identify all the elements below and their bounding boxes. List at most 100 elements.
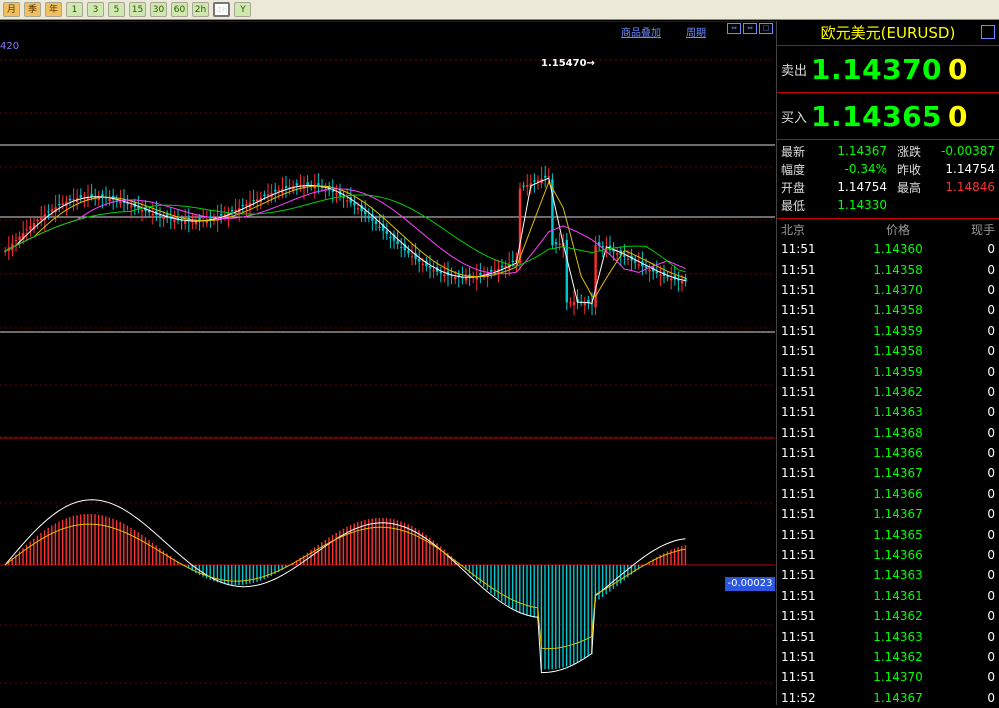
candle-body bbox=[558, 243, 561, 245]
candle-body bbox=[389, 237, 392, 239]
stat-label: 最新 bbox=[781, 144, 806, 159]
candle-body bbox=[634, 260, 637, 263]
candle-body bbox=[511, 260, 514, 263]
tick-price: 1.14368 bbox=[873, 425, 923, 440]
candle-body bbox=[173, 219, 176, 222]
tick-time: 11:51 bbox=[781, 344, 816, 359]
chart-window-controls: ⇔ ⇔ □ bbox=[727, 23, 773, 34]
tick-row: 11:51 1.14370 0 bbox=[777, 280, 999, 300]
timeframe-button-3[interactable]: 1 bbox=[66, 2, 83, 17]
tick-price: 1.14362 bbox=[873, 650, 923, 664]
tick-price: 1.14358 bbox=[873, 303, 923, 318]
tick-row: 11:51 1.14363 0 bbox=[777, 402, 999, 422]
candle-body bbox=[572, 302, 576, 306]
candle-body bbox=[500, 265, 504, 268]
candle-body bbox=[644, 266, 648, 269]
timeframe-button-0[interactable]: 月 bbox=[3, 2, 20, 17]
ticks-list[interactable]: 11:51 1.14360 0 11:51 1.14358 0 11:51 1.14370 0 1… bbox=[777, 239, 999, 708]
period-link[interactable]: 周期 bbox=[686, 24, 706, 39]
candle-body bbox=[130, 205, 133, 208]
stat-label: 最高 bbox=[897, 180, 922, 195]
candle-body bbox=[18, 236, 21, 241]
candle-body bbox=[569, 302, 572, 304]
tick-row: 11:51 1.14365 0 bbox=[777, 524, 999, 544]
candle-body bbox=[252, 199, 255, 202]
ticks-header-volume: 现手 bbox=[970, 222, 995, 237]
timeframe-button-7[interactable]: 30 bbox=[150, 2, 167, 17]
restore-icon[interactable]: ⇔ bbox=[727, 23, 741, 34]
ticks-header-price: 价格 bbox=[885, 222, 910, 237]
high-price-label: 1.15470→ bbox=[541, 58, 595, 69]
candle-body bbox=[79, 195, 82, 198]
tick-row: 11:51 1.14366 0 bbox=[777, 443, 999, 463]
stat-label: 昨收 bbox=[897, 162, 922, 177]
tick-row: 11:51 1.14368 0 bbox=[777, 423, 999, 443]
candle-body bbox=[295, 183, 298, 186]
tick-row: 11:51 1.14361 0 bbox=[777, 586, 999, 606]
candle-body bbox=[526, 185, 529, 187]
timeframe-toolbar: 月季年 1 3 5 15 30 60 2h 4h Y bbox=[0, 0, 999, 20]
candlestick-chart[interactable] bbox=[0, 21, 775, 705]
tick-time: 11:51 bbox=[781, 446, 816, 461]
tick-price: 1.14362 bbox=[873, 609, 923, 624]
sell-price: 1.14370 bbox=[811, 52, 943, 86]
timeframe-button-11[interactable]: Y bbox=[234, 2, 252, 17]
tick-price: 1.14363 bbox=[873, 568, 923, 583]
tick-volume: 0 bbox=[987, 588, 995, 603]
tick-row: 11:51 1.14370 0 bbox=[777, 667, 999, 687]
tick-price: 1.14366 bbox=[873, 446, 923, 461]
tick-volume: 0 bbox=[987, 486, 995, 501]
tick-price: 1.14367 bbox=[873, 690, 923, 705]
tick-price: 1.14370 bbox=[873, 670, 923, 685]
candle-body bbox=[464, 277, 468, 281]
maximize-icon[interactable]: □ bbox=[759, 23, 773, 34]
tile-icon[interactable]: ⇔ bbox=[743, 23, 757, 34]
tick-volume: 0 bbox=[987, 303, 995, 318]
timeframe-button-5[interactable]: 5 bbox=[108, 2, 125, 17]
candle-body bbox=[367, 217, 370, 219]
tick-volume: 0 bbox=[987, 242, 995, 257]
tick-row: 11:51 1.14359 0 bbox=[777, 321, 999, 341]
stat-value: -0.00387 bbox=[941, 144, 995, 158]
timeframe-button-8[interactable]: 60 bbox=[171, 2, 188, 17]
timeframe-button-1[interactable]: 季 bbox=[24, 2, 41, 17]
timeframe-button-2[interactable]: 年 bbox=[45, 2, 62, 17]
tick-row: 11:51 1.14358 0 bbox=[777, 300, 999, 320]
stat-value: 1.14846 bbox=[945, 180, 995, 194]
candle-body bbox=[490, 269, 493, 272]
timeframe-button-6[interactable]: 15 bbox=[129, 2, 146, 17]
candle-body bbox=[68, 198, 72, 201]
candle-body bbox=[47, 211, 50, 213]
tick-time: 11:51 bbox=[781, 527, 816, 542]
maximize-icon[interactable] bbox=[981, 25, 995, 39]
candle-body bbox=[623, 255, 626, 257]
tick-volume: 0 bbox=[987, 405, 995, 420]
candle-body bbox=[583, 302, 586, 306]
timeframe-button-4[interactable]: 3 bbox=[87, 2, 104, 17]
timeframe-button-10[interactable]: 4h bbox=[213, 2, 231, 17]
tick-price: 1.14370 bbox=[873, 282, 923, 297]
tick-row: 11:51 1.14358 0 bbox=[777, 341, 999, 361]
macd-dif-line bbox=[4, 499, 686, 673]
tick-price: 1.14366 bbox=[873, 486, 923, 501]
tick-time: 11:51 bbox=[781, 242, 816, 257]
candle-body bbox=[306, 182, 309, 186]
candle-body bbox=[432, 270, 435, 272]
candle-body bbox=[655, 271, 658, 274]
tick-row: 11:51 1.14366 0 bbox=[777, 484, 999, 504]
tick-row: 11:51 1.14360 0 bbox=[777, 239, 999, 259]
tick-time: 11:51 bbox=[781, 609, 816, 624]
candle-body bbox=[565, 239, 568, 303]
stat-row: 最低 1.14330 bbox=[781, 196, 995, 214]
sell-quote: 卖出 1.14370 0 bbox=[777, 46, 999, 93]
tick-time: 11:51 bbox=[781, 303, 816, 318]
quote-panel: 欧元美元(EURUSD) 卖出 1.14370 0 买入 1.14365 0 最… bbox=[776, 21, 999, 705]
overlay-link[interactable]: 商品叠加 bbox=[621, 24, 661, 39]
chart-area[interactable]: 商品叠加 周期 ⇔ ⇔ □ 420 1.15470→ -0.00023 bbox=[0, 21, 775, 705]
tick-volume: 0 bbox=[987, 282, 995, 297]
candle-body bbox=[407, 250, 410, 254]
candle-body bbox=[119, 201, 122, 204]
timeframe-button-9[interactable]: 2h bbox=[192, 2, 209, 17]
symbol-title: 欧元美元(EURUSD) bbox=[777, 21, 999, 46]
candle-body bbox=[50, 209, 54, 212]
